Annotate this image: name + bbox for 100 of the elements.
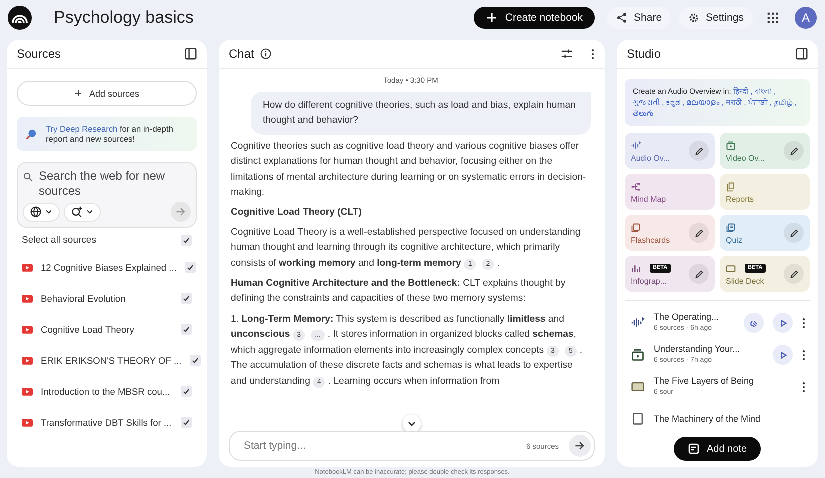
apps-grid-icon[interactable]	[767, 12, 779, 24]
studio-tool-tile[interactable]: Reports	[720, 174, 810, 210]
source-title[interactable]: Behavioral Evolution	[41, 294, 173, 304]
source-title[interactable]: 12 Cognitive Biases Explained ...	[41, 262, 177, 272]
tool-label: Infograp...	[631, 276, 668, 286]
add-note-button[interactable]: Add note	[674, 437, 762, 461]
studio-tool-tile[interactable]: Quiz	[720, 215, 810, 251]
edit-button[interactable]	[784, 264, 804, 284]
more-options-icon[interactable]	[591, 48, 595, 60]
select-all-checkbox[interactable]	[181, 234, 192, 246]
video-source-icon	[22, 388, 33, 396]
caret-icon	[86, 208, 94, 216]
logo-icon[interactable]	[8, 6, 32, 30]
tool-label: Audio Ov...	[631, 154, 670, 162]
info-icon[interactable]	[260, 48, 272, 60]
create-notebook-button[interactable]: Create notebook	[474, 7, 596, 29]
sparkle-search-icon	[71, 206, 83, 218]
web-dropdown[interactable]	[23, 202, 60, 222]
tool-label: Slide Deck	[726, 276, 766, 286]
plus-icon	[486, 12, 498, 24]
pencil-icon	[788, 146, 800, 156]
edit-button[interactable]	[784, 141, 804, 161]
search-field[interactable]: Search the web for new sources	[23, 169, 191, 199]
sidebar-toggle-icon[interactable]	[796, 48, 808, 60]
edit-button[interactable]	[689, 223, 709, 243]
arrow-right-icon	[574, 440, 586, 452]
settings-button[interactable]: Settings	[679, 7, 753, 29]
artifact-row[interactable]: The Machinery of the Mind	[625, 403, 810, 435]
notebook-title: Psychology basics	[54, 8, 194, 28]
arrow-right-icon	[175, 206, 187, 218]
artifact-title: The Operating...	[654, 312, 720, 323]
source-checkbox[interactable]	[181, 417, 192, 428]
pencil-icon	[788, 268, 800, 280]
source-title[interactable]: ERIK ERIKSON'S THEORY OF ...	[41, 356, 182, 366]
source-checkbox[interactable]	[181, 324, 192, 335]
submit-search-button[interactable]	[171, 202, 191, 222]
tool-icon	[726, 182, 736, 192]
source-title[interactable]: Transformative DBT Skills for ...	[41, 418, 173, 428]
slides-icon	[631, 380, 645, 394]
video-source-icon	[22, 264, 33, 272]
search-icon	[23, 172, 33, 182]
studio-tool-tile[interactable]: Audio Ov...	[625, 133, 715, 169]
edit-button[interactable]	[689, 141, 709, 161]
caret-icon	[45, 208, 53, 216]
share-button[interactable]: Share	[607, 7, 672, 29]
studio-tool-tile[interactable]: Video Ov...	[720, 133, 810, 169]
artifact-title: The Five Layers of Being	[654, 376, 754, 387]
share-icon	[616, 12, 628, 24]
artifact-title: Understanding Your...	[654, 344, 740, 355]
source-title[interactable]: Cognitive Load Theory	[41, 324, 173, 334]
deep-research-link[interactable]: Try Deep Research	[46, 124, 118, 134]
settings-icon	[688, 12, 700, 24]
video-source-icon	[22, 356, 33, 364]
tune-icon[interactable]	[561, 48, 573, 60]
more-options-icon[interactable]	[802, 382, 806, 392]
artifact-title: The Machinery of the Mind	[654, 414, 761, 424]
pencil-icon	[694, 268, 704, 280]
note-icon	[688, 443, 700, 455]
video-source-icon	[22, 418, 33, 426]
pencil-icon	[788, 228, 800, 238]
tool-icon	[726, 140, 736, 150]
tool-label: Quiz	[726, 236, 742, 244]
add-sources-button[interactable]: Add sources	[17, 81, 197, 106]
tool-label: Flashcards	[631, 236, 670, 244]
video-source-icon	[22, 294, 33, 302]
studio-tool-tile[interactable]: Mind Map	[625, 174, 715, 210]
studio-tool-tile[interactable]: Flashcards	[625, 215, 715, 251]
panel-title: Studio	[627, 47, 662, 61]
tool-label: Video Ov...	[726, 154, 765, 162]
interactive-mode-button[interactable]	[744, 313, 764, 333]
tool-icon	[631, 222, 641, 232]
more-options-icon[interactable]	[802, 350, 806, 360]
globe-icon	[30, 206, 42, 218]
source-checkbox[interactable]	[190, 355, 201, 366]
waveform-icon	[631, 316, 645, 330]
source-checkbox[interactable]	[184, 262, 196, 273]
tool-label: Reports	[726, 194, 754, 204]
more-options-icon[interactable]	[802, 318, 806, 328]
panel-title: Chat	[229, 47, 254, 61]
source-checkbox[interactable]	[181, 293, 192, 304]
video-source-icon	[22, 326, 33, 334]
source-checkbox[interactable]	[181, 386, 192, 397]
edit-button[interactable]	[689, 264, 709, 284]
answer-heading: Cognitive Load Theory (CLT)	[231, 206, 363, 220]
research-mode-dropdown[interactable]	[64, 202, 101, 222]
source-title[interactable]: Introduction to the MBSR cou...	[41, 386, 173, 396]
chevron-down-icon	[407, 419, 417, 429]
user-avatar[interactable]: A	[795, 7, 817, 29]
plus-icon	[74, 89, 84, 98]
play-button[interactable]	[773, 345, 793, 365]
edit-button[interactable]	[784, 223, 804, 243]
play-button[interactable]	[773, 313, 793, 333]
answer-paragraph: Cognitive theories such as cognitive load theory and various cognitive biases offer distinct explanations for human thought and behavior, focusing either on the limitations of mental architecture during learning or on systematic errors in decision-making.	[231, 140, 588, 200]
answer-paragraph: Human Cognitive Architecture and the Bottleneck: CLT explains thought by defining the constraints and capacities of these two memory systems:	[231, 277, 567, 306]
select-all-label: Select all sources	[22, 234, 98, 246]
pencil-icon	[694, 228, 704, 238]
user-message: How do different cognitive theories, such as load and bias, explain human thought and behavior?	[251, 92, 591, 135]
sidebar-toggle-icon[interactable]	[185, 48, 197, 60]
magnifier-icon	[25, 128, 38, 140]
video-icon	[631, 348, 645, 362]
